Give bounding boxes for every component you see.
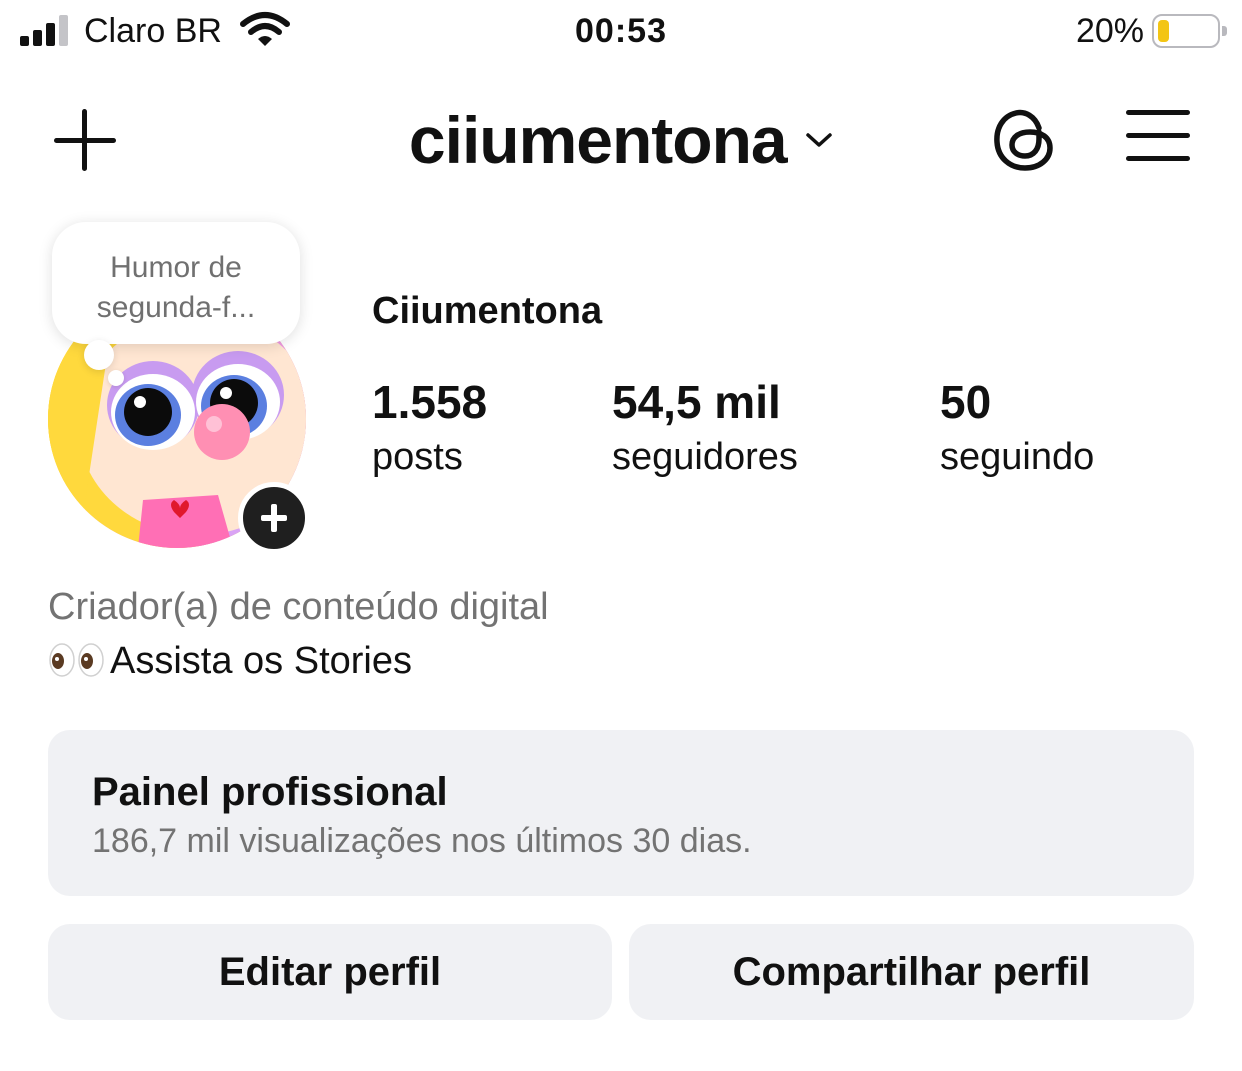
profile-note-text: Humor de segunda-f... [96, 251, 256, 324]
profile-category: Criador(a) de conteúdo digital [48, 586, 549, 628]
display-name: Ciiumentona [372, 290, 603, 332]
note-bubble-tail-small [108, 370, 124, 386]
professional-dashboard-card[interactable]: Painel profissional 186,7 mil visualizaç… [48, 730, 1194, 896]
share-profile-button[interactable]: Compartilhar perfil [629, 924, 1194, 1020]
status-bar: Claro BR 00:53 20% [0, 0, 1242, 66]
stat-value: 54,5 mil [612, 376, 781, 428]
stat-label: seguindo [940, 436, 1095, 478]
bio-text: Assista os Stories [110, 640, 412, 682]
profile-header: ciiumentona [0, 80, 1242, 200]
stat-following[interactable]: 50 seguindo [940, 376, 1094, 486]
stat-label: posts [372, 436, 463, 478]
stat-value: 50 [940, 376, 992, 428]
threads-icon[interactable] [992, 104, 1058, 174]
status-time: 00:53 [575, 12, 667, 50]
dashboard-subtitle: 186,7 mil visualizações nos últimos 30 d… [92, 822, 752, 860]
edit-profile-button[interactable]: Editar perfil [48, 924, 612, 1020]
stat-label: seguidores [612, 436, 798, 478]
add-story-plus-icon[interactable] [238, 482, 310, 554]
hamburger-menu-icon[interactable] [1126, 108, 1190, 164]
profile-note-bubble[interactable]: Humor de segunda-f... [52, 222, 300, 344]
chevron-down-icon [806, 133, 832, 147]
stat-value: 1.558 [372, 376, 488, 428]
stat-followers[interactable]: 54,5 mil seguidores [612, 376, 798, 486]
username: ciiumentona [408, 103, 788, 177]
battery-icon [1152, 14, 1227, 48]
battery-percent: 20% [1075, 12, 1144, 50]
battery-fill [1158, 20, 1169, 42]
stat-posts[interactable]: 1.558 posts [372, 376, 487, 486]
profile-bio: Assista os Stories [48, 640, 412, 683]
dashboard-title: Painel profissional [92, 770, 448, 814]
note-bubble-tail [84, 340, 114, 370]
eyes-emoji-icon [49, 643, 104, 677]
